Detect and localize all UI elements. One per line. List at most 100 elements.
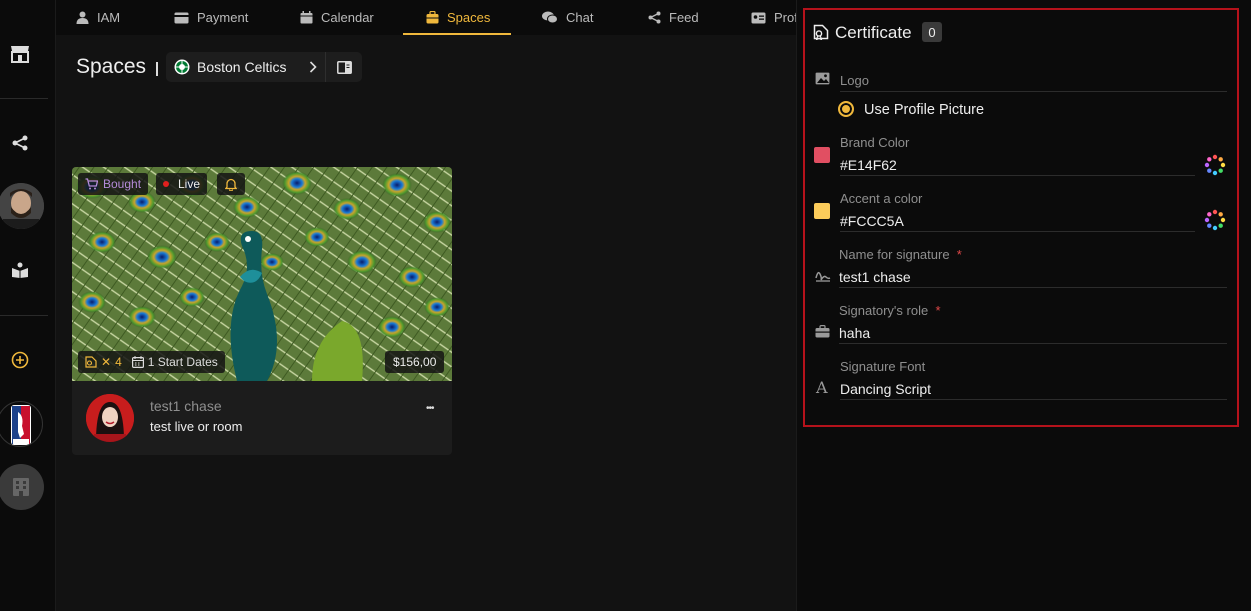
panel-toggle-button[interactable] (326, 60, 362, 74)
tab-label: Payment (197, 10, 249, 25)
signature-font-select[interactable]: Dancing Script (840, 381, 931, 397)
tab-calendar[interactable]: Calendar (300, 0, 374, 35)
tab-spaces[interactable]: Spaces (403, 0, 511, 35)
bought-badge: Bought (78, 173, 149, 195)
use-profile-label: Use Profile Picture (864, 102, 985, 118)
briefcase-icon (426, 11, 439, 24)
cart-icon (85, 178, 98, 190)
live-dot-icon (163, 181, 169, 187)
start-dates-label: 1 Start Dates (147, 355, 218, 369)
tab-label: Feed (669, 10, 699, 25)
room-title: test live or room (150, 419, 243, 434)
bought-label: Bought (103, 177, 142, 191)
user-icon (76, 11, 89, 24)
field-underline (839, 343, 1227, 344)
brand-color-swatch[interactable] (814, 147, 830, 163)
certificate-title: Certificate (835, 23, 912, 42)
user-avatar[interactable] (0, 183, 44, 229)
panel-icon (336, 60, 352, 74)
chevron-right-icon (309, 61, 317, 73)
field-underline (839, 287, 1227, 288)
rail-divider (0, 98, 48, 99)
add-circle-icon[interactable] (0, 340, 40, 380)
times-icon: ✕ (101, 355, 112, 369)
brand-color-input[interactable]: #E14F62 (840, 157, 897, 173)
accent-color-label: Accent a color (840, 191, 923, 206)
required-mark: * (956, 247, 962, 262)
left-rail (0, 0, 56, 611)
more-options-button[interactable]: ••• (426, 403, 434, 414)
tab-label: IAM (97, 10, 121, 25)
field-underline (840, 399, 1227, 400)
main-content: Spaces Boston Celtics Bought Live ✕ 4 1 … (56, 35, 796, 611)
book-icon[interactable] (0, 250, 40, 290)
tab-label: Spaces (447, 10, 491, 25)
accent-color-input[interactable]: #FCCC5A (840, 213, 904, 229)
share-icon[interactable] (0, 123, 40, 163)
right-panel: Certificate 0 Logo Use Profile Picture B… (796, 0, 1251, 611)
top-nav: IAM Payment Calendar Spaces Chat Feed Pr… (56, 0, 796, 35)
live-label: Live (178, 177, 201, 191)
image-icon (815, 72, 830, 85)
breadcrumb-team[interactable]: Boston Celtics (166, 52, 326, 82)
signatory-role-input[interactable]: haha (839, 325, 870, 341)
signature-name-input[interactable]: test1 chase (839, 269, 911, 285)
rail-divider (0, 315, 48, 316)
certificate-count-badge: 0 (922, 22, 942, 42)
logo-label: Logo (840, 73, 869, 88)
building-icon[interactable] (0, 464, 44, 510)
stats-badge: ✕ 4 1 Start Dates (78, 351, 225, 373)
space-card[interactable]: Bought Live ✕ 4 1 Start Dates $156,00 te… (72, 167, 452, 455)
count-label: 4 (115, 355, 122, 369)
author-avatar[interactable] (86, 394, 134, 442)
tab-label: Prof (774, 10, 796, 25)
card-icon (174, 12, 189, 23)
calendar-icon (131, 356, 144, 368)
card-footer: test1 chase test live or room ••• (72, 381, 452, 455)
briefcase-icon (815, 325, 830, 338)
tab-payment[interactable]: Payment (174, 0, 248, 35)
chat-icon (542, 11, 558, 24)
nba-logo[interactable] (0, 401, 43, 447)
tab-chat[interactable]: Chat (542, 0, 593, 35)
brand-color-label: Brand Color (840, 135, 910, 150)
signature-name-label-text: Name for signature (839, 247, 950, 262)
signature-name-label: Name for signature * (839, 247, 962, 262)
tab-profile[interactable]: Prof (751, 0, 796, 35)
bell-icon (225, 178, 237, 191)
signature-font-label: Signature Font (840, 359, 926, 374)
signatory-role-label: Signatory's role * (839, 303, 941, 318)
price-label: $156,00 (393, 355, 437, 369)
peacock-image (72, 167, 452, 381)
certificate-icon (813, 24, 829, 40)
breadcrumb-label: Boston Celtics (197, 59, 287, 75)
page-title: Spaces (76, 55, 147, 78)
certificate-icon (85, 356, 97, 368)
live-badge: Live (156, 173, 208, 195)
use-profile-radio[interactable] (838, 101, 854, 117)
tab-label: Chat (566, 10, 594, 25)
calendar-icon (300, 11, 313, 24)
field-underline (840, 91, 1227, 92)
author-name: test1 chase (150, 398, 222, 414)
color-picker-icon[interactable] (1204, 154, 1226, 176)
tab-iam[interactable]: IAM (76, 0, 120, 35)
signature-icon (815, 271, 831, 282)
breadcrumb: Boston Celtics (166, 52, 362, 82)
tab-feed[interactable]: Feed (648, 0, 699, 35)
notification-button[interactable] (217, 173, 245, 195)
required-mark: * (935, 303, 941, 318)
accent-color-swatch[interactable] (814, 203, 830, 219)
id-card-icon (751, 12, 766, 23)
signatory-role-label-text: Signatory's role (839, 303, 929, 318)
font-icon: A (816, 378, 828, 397)
color-picker-icon[interactable] (1204, 209, 1226, 231)
tab-label: Calendar (321, 10, 374, 25)
title-divider (156, 62, 158, 76)
share-icon (648, 11, 661, 24)
field-underline (840, 175, 1195, 176)
field-underline (840, 231, 1195, 232)
store-icon[interactable] (0, 34, 40, 74)
celtics-logo-icon (174, 59, 190, 75)
price-badge: $156,00 (385, 351, 445, 373)
